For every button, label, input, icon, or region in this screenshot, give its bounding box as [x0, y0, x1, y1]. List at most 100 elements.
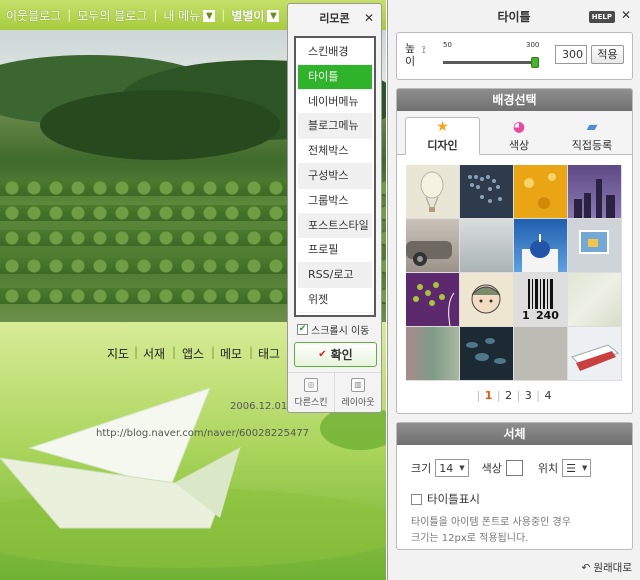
other-skin-label: 다른스킨: [294, 397, 328, 408]
height-slider[interactable]: [443, 57, 539, 68]
restore-button[interactable]: ↶ 원래대로: [582, 560, 632, 575]
remote-control-panel: 리모콘 ✕ 스킨배경 타이틀 네이버메뉴 블로그메뉴 전체박스 구성박스 그룹박스 포스트스타…: [287, 3, 382, 413]
font-color-swatch[interactable]: [505, 460, 523, 476]
thumb-orange-pattern[interactable]: [514, 165, 567, 218]
title-show-option[interactable]: 타이틀표시: [411, 491, 480, 507]
user-menu-button[interactable]: 별별이 ▼: [225, 7, 285, 24]
thumb-santorini[interactable]: [514, 219, 567, 272]
align-label: 위치: [537, 462, 559, 475]
height-slider-fill: [443, 61, 539, 64]
height-slider-handle[interactable]: [531, 57, 539, 68]
layout-icon: ▥: [351, 377, 365, 392]
chevron-down-icon: ▼: [267, 10, 280, 22]
thumb-car[interactable]: [406, 219, 459, 272]
align-select[interactable]: ☰ ▼: [562, 459, 592, 477]
tab-upload[interactable]: ▰ 직접등록: [557, 117, 627, 155]
thumb-dark-bokeh[interactable]: [460, 327, 513, 380]
remote-menu-item[interactable]: 타이틀: [298, 64, 372, 90]
my-menu-label: 내 메뉴: [163, 8, 201, 23]
page-2[interactable]: 2: [504, 389, 513, 402]
tab-color[interactable]: ◕ 색상: [489, 117, 549, 155]
barcode-label-240: 240: [536, 309, 559, 322]
thumb-purple-tree[interactable]: [406, 273, 459, 326]
all-blog-link[interactable]: 모두의 블로그: [71, 7, 153, 24]
color-wheel-icon: ◕: [512, 119, 526, 135]
remote-menu-item[interactable]: 블로그메뉴: [298, 114, 372, 140]
page-1[interactable]: 1: [484, 389, 494, 402]
remote-menu-item[interactable]: 포스트스타일: [298, 213, 372, 239]
thumb-city-night[interactable]: [568, 165, 621, 218]
chevron-down-icon: ▼: [582, 464, 588, 472]
close-icon[interactable]: ✕: [621, 8, 631, 22]
pager-divider: |: [476, 389, 481, 402]
thumb-frame[interactable]: [568, 219, 621, 272]
layout-label: 레이아웃: [341, 397, 375, 408]
neighbor-blog-link[interactable]: 이웃블로그: [0, 7, 67, 24]
barcode-label-1: 1: [522, 309, 530, 322]
scroll-move-checkbox[interactable]: ✔: [297, 324, 308, 335]
font-size-select[interactable]: 14 ▼: [435, 459, 469, 477]
scroll-move-label: 스크롤시 이동: [311, 326, 370, 337]
page-3[interactable]: 3: [524, 389, 533, 402]
check-icon: ✔: [318, 349, 327, 360]
confirm-label: 확인: [330, 348, 353, 362]
height-input[interactable]: 300: [555, 45, 587, 64]
font-color-label: 색상: [481, 462, 502, 475]
background-tabs: ★ 디자인 ◕ 색상 ▰ 직접등록: [397, 111, 632, 155]
thumb-dot-map[interactable]: [460, 165, 513, 218]
remote-menu-item[interactable]: 위젯: [298, 287, 372, 313]
remote-menu-item[interactable]: 네이버메뉴: [298, 89, 372, 115]
remote-menu-item[interactable]: 전체박스: [298, 139, 372, 164]
chevron-down-icon: ▼: [459, 464, 465, 472]
remote-menu-item[interactable]: 구성박스: [298, 163, 372, 189]
thumb-balloon[interactable]: [406, 165, 459, 218]
remote-menu-item[interactable]: 프로필: [298, 238, 372, 264]
height-range-icon: ⟟: [422, 45, 426, 56]
other-skin-button[interactable]: ◎ 다른스킨: [288, 373, 334, 412]
thumb-blur[interactable]: [406, 327, 459, 380]
font-section-header: 서체: [397, 423, 632, 445]
thumb-light-pattern[interactable]: [568, 273, 621, 326]
menu-link-tag[interactable]: 태그: [258, 345, 280, 362]
font-size-value: 14: [439, 461, 454, 475]
title-show-label: 타이틀표시: [427, 492, 480, 506]
apply-button[interactable]: 적용: [591, 45, 624, 64]
thumb-character[interactable]: [460, 273, 513, 326]
remote-menu-item[interactable]: 그룹박스: [298, 188, 372, 214]
panel-title: 타이틀: [497, 9, 531, 24]
tab-design[interactable]: ★ 디자인: [405, 117, 480, 155]
undo-arrow-icon: ↶: [581, 562, 591, 574]
remote-menu-item[interactable]: RSS/로고: [298, 263, 372, 288]
height-min-label: 50: [443, 41, 452, 49]
title-show-checkbox[interactable]: [411, 493, 422, 505]
remote-footer: ◎ 다른스킨 ▥ 레이아웃: [288, 372, 381, 412]
height-max-label: 300: [526, 41, 540, 49]
layout-button[interactable]: ▥ 레이아웃: [334, 373, 381, 412]
menu-link-library[interactable]: 서재: [143, 345, 165, 362]
menu-link-apps[interactable]: 앱스: [182, 345, 204, 362]
remote-menu-list: 스킨배경 타이틀 네이버메뉴 블로그메뉴 전체박스 구성박스 그룹박스 포스트스타일 프로필 RS…: [294, 36, 376, 317]
thumb-papers[interactable]: [568, 327, 621, 380]
folder-icon: ▰: [586, 119, 598, 135]
page-4[interactable]: 4: [544, 389, 553, 402]
thumb-barcode[interactable]: 1 240: [514, 273, 567, 326]
user-name: 별별이: [231, 8, 265, 23]
menu-link-memo[interactable]: 메모: [220, 345, 242, 362]
thumbnail-pager: | 1 | 2 | 3 | 4: [397, 389, 632, 402]
close-icon[interactable]: ✕: [364, 11, 374, 25]
confirm-button[interactable]: ✔ 확인: [294, 342, 377, 367]
pager-divider: |: [516, 389, 521, 402]
post-url-link[interactable]: http://blog.naver.com/naver/60028225477: [96, 428, 309, 439]
font-note-line-2: 크기는 12px로 적용됩니다.: [411, 533, 529, 544]
scroll-move-option[interactable]: ✔ 스크롤시 이동: [297, 322, 369, 337]
my-menu-button[interactable]: 내 메뉴 ▼: [157, 7, 221, 24]
thumb-stone[interactable]: [514, 327, 567, 380]
menu-divider: |: [211, 345, 216, 359]
remote-menu-item[interactable]: 스킨배경: [298, 40, 372, 65]
thumb-clouds[interactable]: [460, 219, 513, 272]
background-select-section: 배경선택 ★ 디자인 ◕ 색상 ▰ 직접등록 1 240 | 1 | 2 | 3…: [396, 88, 633, 414]
remote-title: 리모콘: [319, 12, 350, 25]
menu-link-map[interactable]: 지도: [107, 345, 129, 362]
help-button[interactable]: HELP: [588, 11, 615, 23]
title-settings-panel: 타이틀 HELP ✕ 높이 ⟟ 50 300 300 적용 배경선택 ★ 디자인…: [387, 0, 640, 580]
